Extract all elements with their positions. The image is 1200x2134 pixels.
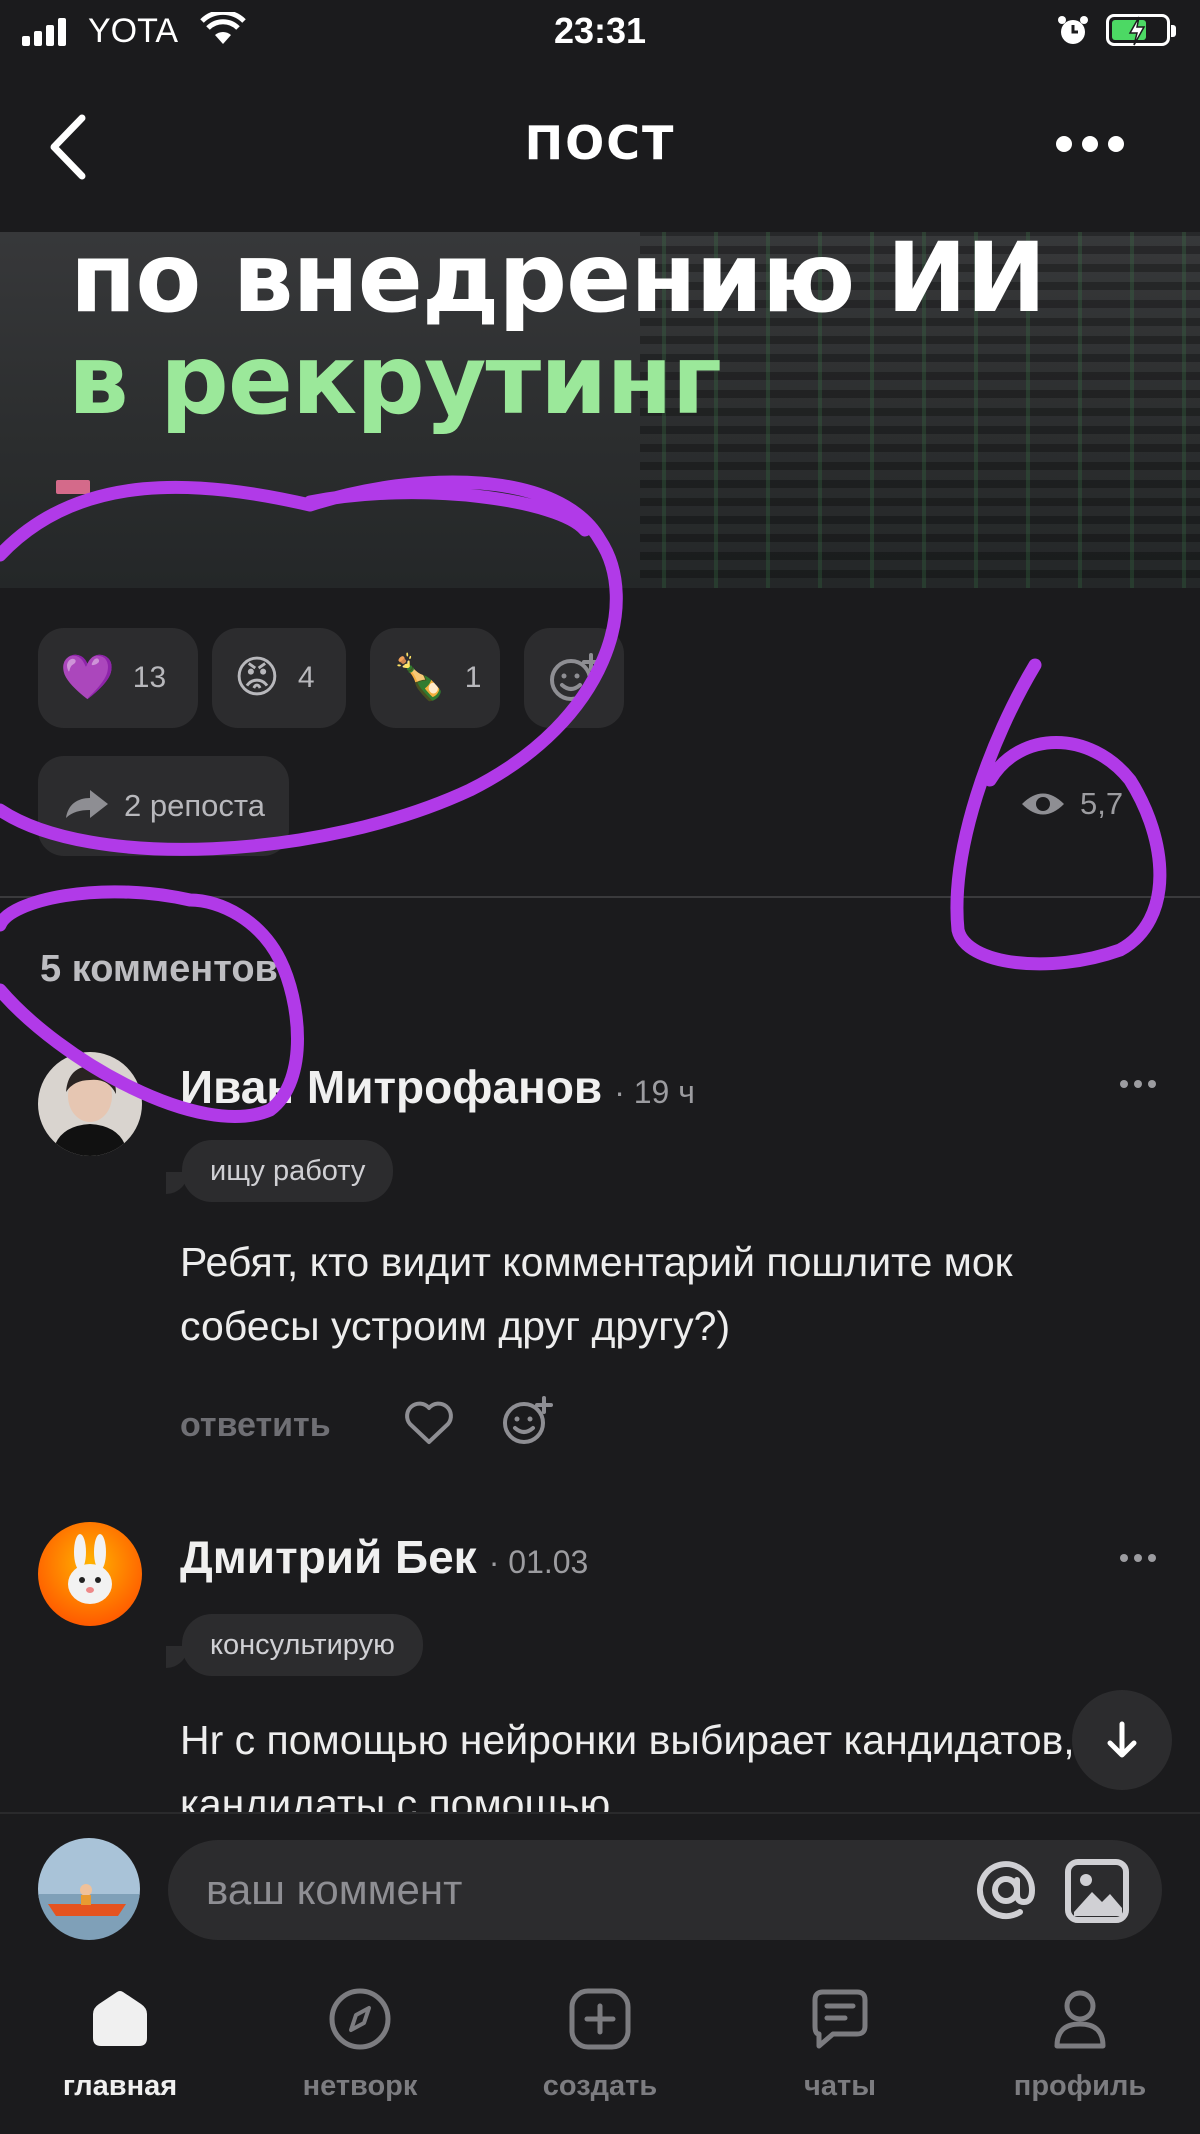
comment-header: Иван Митрофанов · 19 ч <box>180 1060 695 1114</box>
alarm-icon <box>1056 14 1090 53</box>
reposts-button[interactable]: 2 репоста <box>38 756 289 856</box>
status-time: 23:31 <box>553 10 647 51</box>
reply-button[interactable]: ответить <box>180 1406 331 1445</box>
comment-menu-button[interactable] <box>1120 1080 1156 1088</box>
battery-icon <box>1106 14 1176 46</box>
tab-label: чаты <box>804 2070 876 2102</box>
comment-add-reaction-button[interactable] <box>500 1394 554 1453</box>
like-button[interactable] <box>404 1400 454 1451</box>
eye-icon <box>1022 793 1064 815</box>
tab-create[interactable]: создать <box>510 1986 690 2103</box>
status-bar: YOTA 23:31 <box>0 0 1200 70</box>
page-title: ПОСТ <box>524 116 676 170</box>
brand-logo <box>56 480 90 494</box>
tab-profile[interactable]: профиль <box>990 1986 1170 2103</box>
chat-icon <box>812 1989 868 2049</box>
tab-label: создать <box>542 2070 658 2102</box>
angry-face-icon: 😡 <box>234 653 280 702</box>
banner-line-2: в рекрутинг <box>68 324 722 436</box>
reaction-heart[interactable]: 💜 13 <box>38 628 198 728</box>
reaction-count: 4 <box>297 661 315 694</box>
mention-button[interactable] <box>974 1858 1038 1927</box>
avatar[interactable] <box>38 1052 142 1156</box>
my-avatar[interactable] <box>38 1838 140 1940</box>
tab-label: нетворк <box>302 2070 418 2102</box>
divider <box>0 896 1200 898</box>
reaction-count: 1 <box>464 661 482 694</box>
comment-menu-button[interactable] <box>1120 1554 1156 1562</box>
champagne-icon: 🍾 <box>392 653 447 702</box>
tab-label: главная <box>62 2070 178 2102</box>
tab-home[interactable]: главная <box>30 1986 210 2103</box>
add-emoji-icon <box>550 653 600 701</box>
tab-network[interactable]: нетворк <box>270 1986 450 2103</box>
heart-icon <box>405 1401 453 1444</box>
tab-label: профиль <box>1013 2070 1147 2102</box>
comment-time: · 19 ч <box>614 1074 695 1110</box>
comment-time: · 01.03 <box>488 1544 589 1580</box>
reaction-count: 13 <box>132 661 167 694</box>
comment-input[interactable]: ваш коммент <box>168 1840 1162 1940</box>
reposts-count: 2 репоста <box>124 788 265 823</box>
status-badge: ищу работу <box>165 1140 394 1202</box>
add-emoji-icon <box>503 1396 553 1444</box>
status-badge: консультирую <box>166 1614 423 1676</box>
more-options-button[interactable] <box>1056 136 1124 152</box>
comments-count: 5 комментов <box>40 948 278 990</box>
views-counter: 5,7 <box>1020 786 1123 822</box>
arrow-down-icon <box>1107 1721 1137 1758</box>
comment-input-placeholder: ваш коммент <box>206 1866 463 1913</box>
add-reaction-button[interactable] <box>524 628 624 728</box>
scroll-down-button[interactable] <box>1072 1690 1172 1790</box>
views-count: 5,7 <box>1080 786 1124 821</box>
avatar[interactable] <box>38 1522 142 1626</box>
reaction-champagne[interactable]: 🍾 1 <box>370 628 500 728</box>
user-icon <box>1054 1990 1106 2049</box>
attach-image-button[interactable] <box>1064 1858 1130 1929</box>
image-icon <box>1065 1859 1129 1923</box>
home-icon <box>93 1991 147 2046</box>
comment-header: Дмитрий Бек · 01.03 <box>180 1530 588 1584</box>
compass-icon <box>329 1988 391 2050</box>
comment-text: Ребят, кто видит комментарий пошлите мок… <box>180 1239 1013 1349</box>
repost-icon <box>66 790 108 818</box>
banner-line-1: по внедрению ИИ <box>70 232 1046 334</box>
reaction-angry[interactable]: 😡 4 <box>212 628 346 728</box>
post-image: по внедрению ИИ в рекрутинг <box>0 232 1200 588</box>
at-sign-icon <box>977 1861 1036 1920</box>
purple-heart-icon: 💜 <box>60 653 115 702</box>
comment-author[interactable]: Иван Митрофанов <box>180 1060 602 1114</box>
plus-square-icon <box>569 1988 631 2050</box>
comment-author[interactable]: Дмитрий Бек <box>180 1530 477 1584</box>
tab-chats[interactable]: чаты <box>750 1986 930 2103</box>
comment-text: Hr с помощью нейронки выбирает кандидато… <box>180 1717 1075 1812</box>
